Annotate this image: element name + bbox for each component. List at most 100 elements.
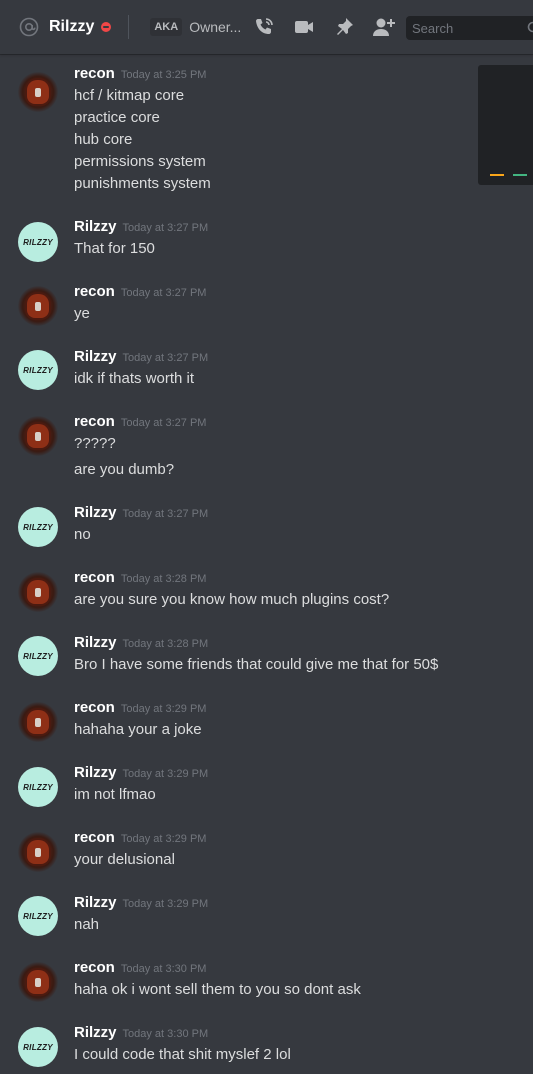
timestamp: Today at 3:30 PM	[120, 963, 207, 975]
avatar-logo-text: RILZZY	[23, 237, 53, 247]
avatar[interactable]	[18, 572, 58, 612]
header-divider	[128, 15, 130, 39]
username[interactable]: recon	[74, 413, 115, 430]
message-text: are you dumb?	[74, 461, 175, 478]
embed-thumbnail[interactable]	[478, 65, 533, 185]
search-icon	[527, 21, 533, 38]
avatar[interactable]	[18, 72, 58, 112]
timestamp: Today at 3:27 PM	[120, 287, 207, 299]
username[interactable]: Rilzzy	[74, 894, 117, 911]
message-header: Rilzzy Today at 3:27 PM	[74, 348, 208, 366]
avatar[interactable]: RILZZY	[18, 222, 58, 262]
video-call-icon[interactable]	[292, 15, 316, 39]
username[interactable]: recon	[74, 283, 115, 300]
message-text: That for 150	[74, 240, 155, 257]
at-icon	[18, 16, 40, 38]
avatar-face-icon	[27, 710, 49, 734]
embed-thumbnail-bar-green	[513, 174, 527, 176]
username[interactable]: recon	[74, 959, 115, 976]
avatar[interactable]: RILZZY	[18, 896, 58, 936]
avatar[interactable]: RILZZY	[18, 636, 58, 676]
dm-title[interactable]: Rilzzy	[49, 18, 94, 36]
avatar[interactable]	[18, 962, 58, 1002]
message-text: nah	[74, 916, 100, 933]
username[interactable]: Rilzzy	[74, 634, 117, 651]
add-friend-icon[interactable]	[372, 15, 396, 39]
avatar[interactable]: RILZZY	[18, 507, 58, 547]
message-header: recon Today at 3:27 PM	[74, 283, 206, 301]
timestamp: Today at 3:25 PM	[120, 69, 207, 81]
message-header: Rilzzy Today at 3:29 PM	[74, 894, 208, 912]
avatar-face-icon	[27, 580, 49, 604]
message-text: hub core	[74, 131, 133, 148]
timestamp: Today at 3:29 PM	[120, 833, 207, 845]
avatar-logo-text: RILZZY	[23, 911, 53, 921]
avatar[interactable]	[18, 702, 58, 742]
username[interactable]: Rilzzy	[74, 1024, 117, 1041]
message-header: recon Today at 3:25 PM	[74, 65, 206, 83]
avatar-logo-text: RILZZY	[23, 365, 53, 375]
message-text: haha ok i wont sell them to you so dont …	[74, 981, 361, 998]
pin-icon[interactable]	[332, 15, 356, 39]
username[interactable]: recon	[74, 829, 115, 846]
message-header: recon Today at 3:30 PM	[74, 959, 206, 977]
aka-nickname[interactable]: Owner...	[189, 19, 241, 35]
username[interactable]: recon	[74, 569, 115, 586]
message-header: Rilzzy Today at 3:30 PM	[74, 1024, 208, 1042]
message-text: no	[74, 526, 91, 543]
message-text: permissions system	[74, 153, 206, 170]
avatar-face-icon	[27, 424, 49, 448]
aka-label: AKA	[150, 18, 183, 36]
timestamp: Today at 3:27 PM	[122, 222, 209, 234]
timestamp: Today at 3:27 PM	[120, 417, 207, 429]
message-header: Rilzzy Today at 3:29 PM	[74, 764, 208, 782]
avatar-logo-text: RILZZY	[23, 522, 53, 532]
timestamp: Today at 3:28 PM	[122, 638, 209, 650]
timestamp: Today at 3:30 PM	[122, 1028, 209, 1040]
message-text: your delusional	[74, 851, 175, 868]
avatar[interactable]	[18, 286, 58, 326]
message-text: practice core	[74, 109, 160, 126]
message-text: hcf / kitmap core	[74, 87, 185, 104]
message-text: are you sure you know how much plugins c…	[74, 591, 390, 608]
avatar-face-icon	[27, 970, 49, 994]
message-text: ye	[74, 305, 90, 322]
message-text: Bro I have some friends that could give …	[74, 656, 439, 673]
username[interactable]: Rilzzy	[74, 764, 117, 781]
timestamp: Today at 3:29 PM	[120, 703, 207, 715]
message-header: recon Today at 3:28 PM	[74, 569, 206, 587]
message-text: punishments system	[74, 175, 211, 192]
message-text: idk if thats worth it	[74, 370, 195, 387]
username[interactable]: Rilzzy	[74, 218, 117, 235]
timestamp: Today at 3:28 PM	[120, 573, 207, 585]
embed-thumbnail-bar-orange	[490, 174, 504, 176]
message-text: im not lfmao	[74, 786, 156, 803]
avatar[interactable]: RILZZY	[18, 1027, 58, 1067]
message-text: hahaha your a joke	[74, 721, 202, 738]
avatar-face-icon	[27, 294, 49, 318]
message-header: recon Today at 3:27 PM	[74, 413, 206, 431]
avatar[interactable]	[18, 832, 58, 872]
avatar-logo-text: RILZZY	[23, 1042, 53, 1052]
message-header: Rilzzy Today at 3:27 PM	[74, 504, 208, 522]
message-header: recon Today at 3:29 PM	[74, 829, 206, 847]
message-header: Rilzzy Today at 3:28 PM	[74, 634, 208, 652]
username[interactable]: Rilzzy	[74, 504, 117, 521]
voice-call-icon[interactable]	[252, 15, 276, 39]
avatar[interactable]: RILZZY	[18, 767, 58, 807]
message-text: ?????	[74, 435, 116, 452]
avatar[interactable]: RILZZY	[18, 350, 58, 390]
avatar[interactable]	[18, 416, 58, 456]
avatar-face-icon	[27, 840, 49, 864]
timestamp: Today at 3:29 PM	[122, 898, 209, 910]
timestamp: Today at 3:29 PM	[122, 768, 209, 780]
username[interactable]: recon	[74, 699, 115, 716]
message-header: recon Today at 3:29 PM	[74, 699, 206, 717]
message-text: I could code that shit myslef 2 lol	[74, 1046, 291, 1063]
username[interactable]: recon	[74, 65, 115, 82]
search-input[interactable]: Search	[406, 16, 533, 40]
username[interactable]: Rilzzy	[74, 348, 117, 365]
message-header: Rilzzy Today at 3:27 PM	[74, 218, 208, 236]
avatar-logo-text: RILZZY	[23, 782, 53, 792]
avatar-face-icon	[27, 80, 49, 104]
